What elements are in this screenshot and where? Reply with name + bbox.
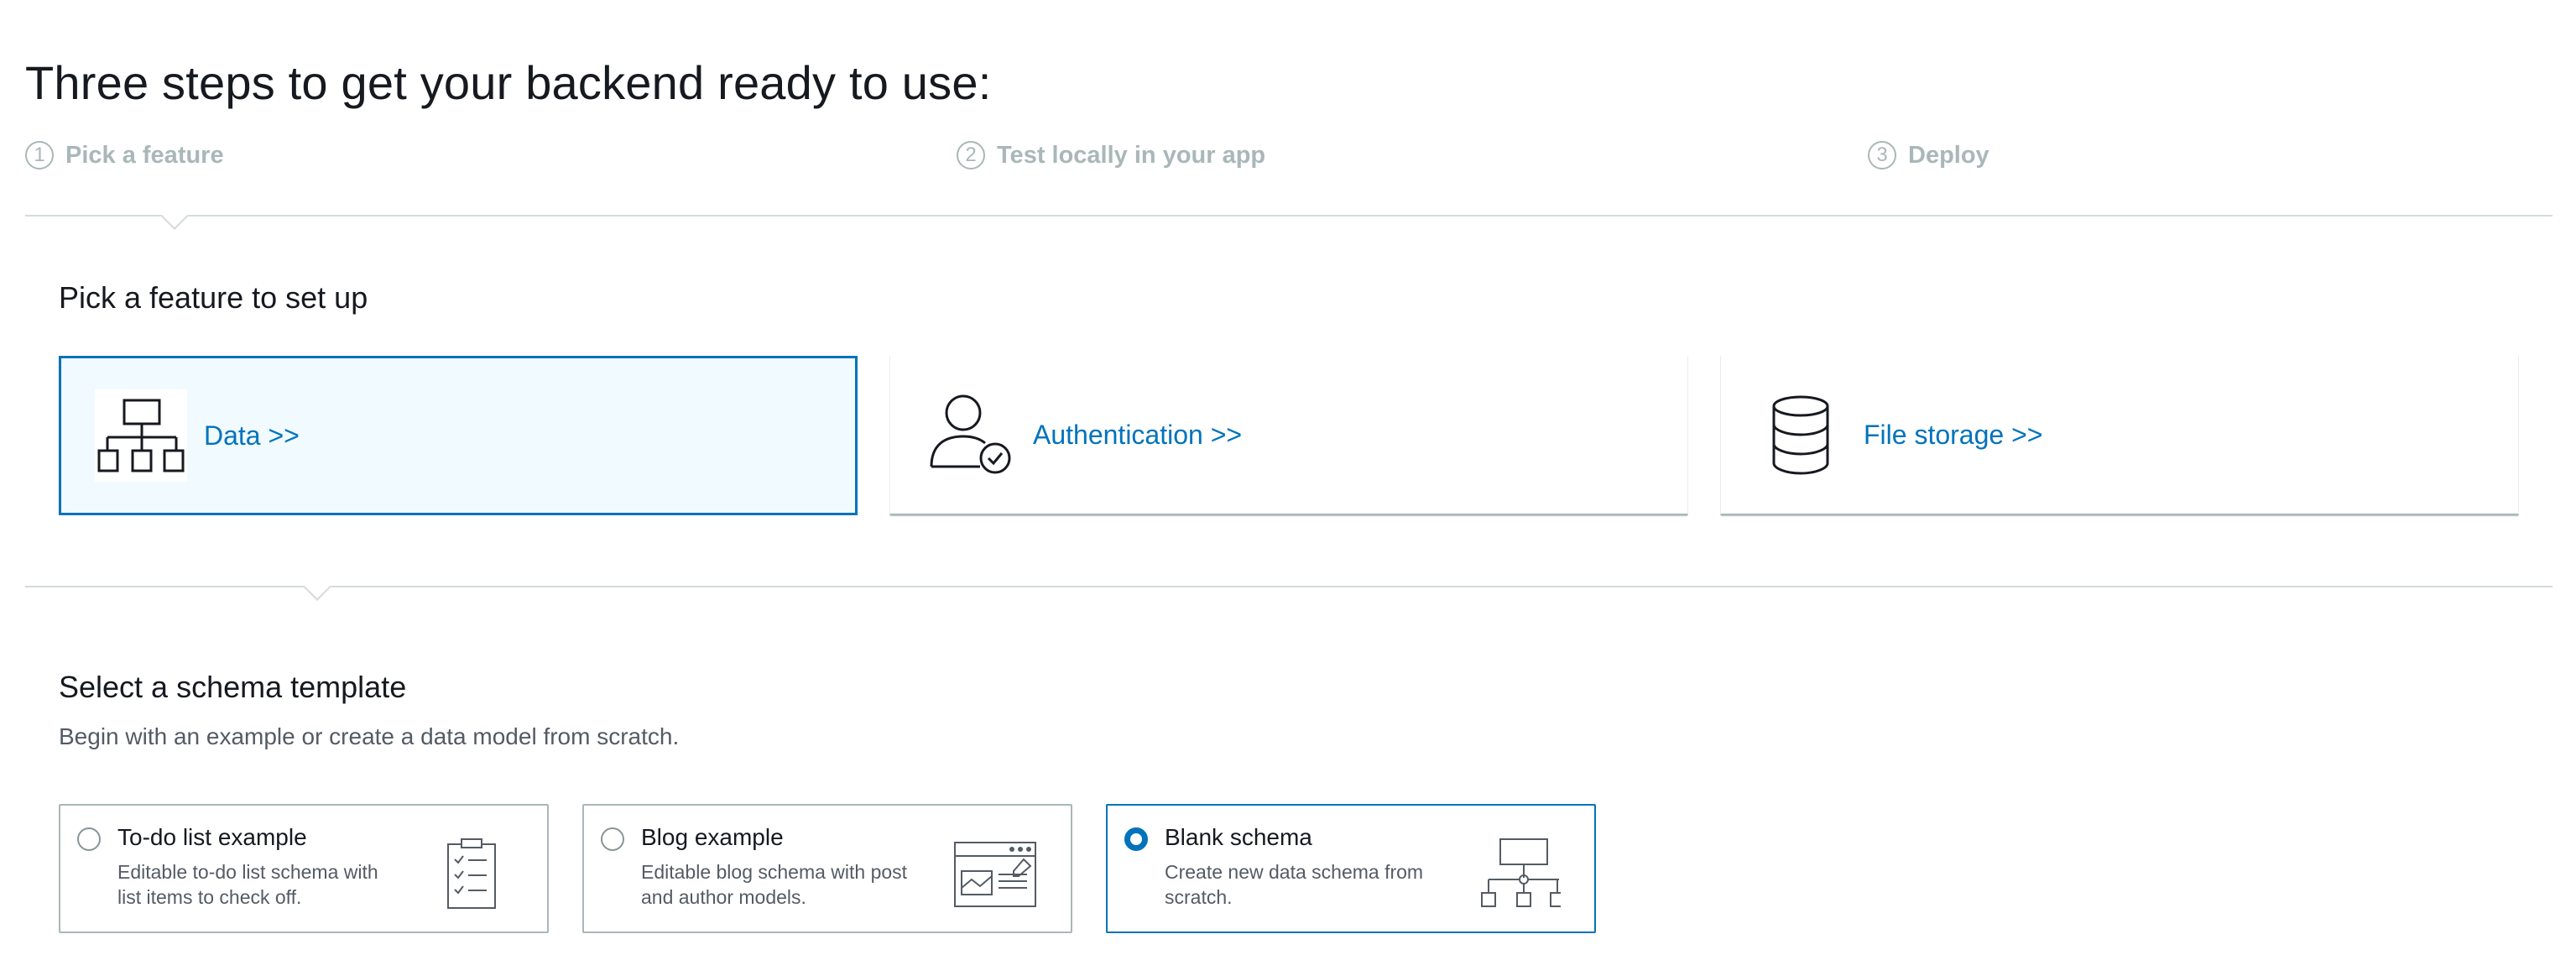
browser-window-icon [953,838,1037,910]
feature-section-title: Pick a feature to set up [59,280,368,315]
template-title: Blog example [641,824,784,850]
template-title: Blank schema [1165,824,1312,850]
template-description: Editable blog schema with post and autho… [641,861,908,908]
template-tile-blog[interactable]: Blog example Editable blog schema with p… [582,804,1072,933]
feature-card-data[interactable]: Data >> [59,356,858,515]
template-tile-blank[interactable]: Blank schema Create new data schema from… [1106,804,1596,933]
step-indicator-notch [160,201,189,230]
feature-divider [25,586,2553,587]
steps-divider [25,215,2553,217]
database-icon [1755,389,1847,481]
wizard-steps: 1 Pick a feature 2 Test locally in your … [25,134,2551,176]
schema-section-title: Select a schema template [59,670,407,704]
step-pick-feature: 1 Pick a feature [25,134,224,176]
step-deploy: 3 Deploy [1868,134,1989,176]
feature-card-label: Authentication >> [1033,419,1243,450]
step-label: Test locally in your app [997,141,1266,169]
template-title: To-do list example [117,824,307,850]
radio-button[interactable] [1124,827,1148,851]
template-description: Create new data schema from scratch. [1165,861,1424,908]
user-check-icon [924,389,1016,481]
schema-section-description: Begin with an example or create a data m… [59,723,680,749]
schema-tree-icon [1477,838,1565,910]
template-tile-todo[interactable]: To-do list example Editable to-do list s… [59,804,549,933]
step-number: 2 [957,141,985,170]
hierarchy-icon [95,389,187,482]
page-title: Three steps to get your backend ready to… [25,55,992,109]
feature-card-authentication[interactable]: Authentication >> [889,356,1688,515]
feature-indicator-notch [303,572,331,601]
step-label: Deploy [1908,141,1989,169]
radio-button[interactable] [601,827,624,851]
feature-card-file-storage[interactable]: File storage >> [1720,356,2519,515]
step-test-locally: 2 Test locally in your app [957,134,1265,176]
feature-card-label: Data >> [204,420,300,451]
clipboard-checklist-icon [430,838,514,910]
radio-button[interactable] [77,827,101,851]
page: Three steps to get your backend ready to… [0,0,2576,955]
feature-card-label: File storage >> [1864,419,2043,450]
step-number: 1 [25,141,54,170]
step-number: 3 [1868,141,1896,170]
template-description: Editable to-do list schema with list ite… [117,861,378,908]
step-label: Pick a feature [65,141,224,169]
